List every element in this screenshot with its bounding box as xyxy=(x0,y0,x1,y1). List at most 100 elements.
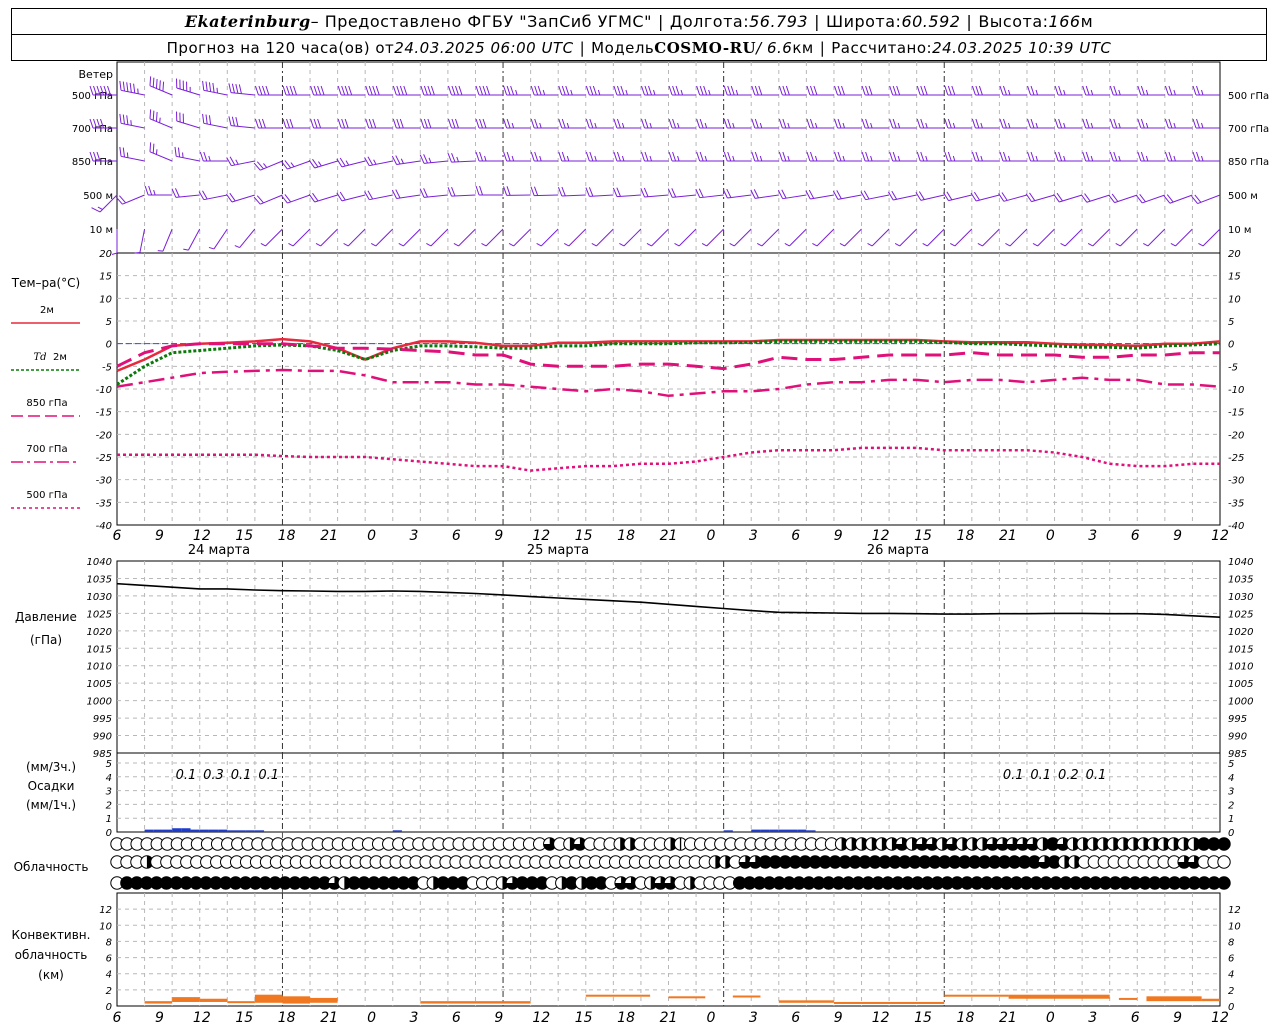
wind-barb-flag xyxy=(395,189,401,199)
wind-barb xyxy=(970,191,1000,202)
wind-barb-staff xyxy=(920,194,945,201)
wind-barb-flag xyxy=(423,118,428,129)
wind-barb-flag xyxy=(231,116,235,127)
wind-barb-halfflag xyxy=(1063,89,1066,96)
temp-xtick: 15 xyxy=(914,528,932,544)
wind-barb-flag xyxy=(1003,151,1007,162)
precip-label: 0.3 xyxy=(203,768,224,783)
wind-barb-flag xyxy=(152,143,155,154)
wind-barb xyxy=(751,85,779,96)
wind-barb-halfflag xyxy=(653,89,656,96)
wind-barb-flag xyxy=(231,83,235,94)
wind-barb-flag xyxy=(620,85,625,96)
temp-ytick-right: -30 xyxy=(1228,476,1244,487)
wind-barb-halfflag xyxy=(1170,243,1176,247)
wind-barb-flag xyxy=(148,185,153,196)
wind-barb-staff xyxy=(203,89,228,96)
wind-barb-flag xyxy=(399,118,404,129)
wind-barb-flag xyxy=(782,85,787,96)
wind-barb xyxy=(208,228,228,250)
wind-barb-flag xyxy=(699,118,704,129)
wind-barb-flag xyxy=(258,118,263,129)
wind-barb-flag xyxy=(122,147,125,158)
wind-barb xyxy=(1053,192,1083,203)
wind-barb xyxy=(784,228,807,247)
precip-bar xyxy=(218,829,228,832)
wind-barb xyxy=(475,118,504,129)
precip-ytick-left: 2 xyxy=(106,800,112,811)
conv-xtick: 6 xyxy=(452,1010,461,1024)
wind-barb xyxy=(1060,228,1083,247)
wind-barb-halfflag xyxy=(621,155,625,162)
wind-barb xyxy=(1005,228,1028,247)
wind-barb xyxy=(420,85,448,96)
wind-barb xyxy=(392,85,421,96)
wind-barb-halfflag xyxy=(1035,122,1039,129)
wind-barb-flag xyxy=(841,85,845,96)
wind-barb-flag xyxy=(1196,85,1200,96)
conv-xtick: 12 xyxy=(193,1010,211,1024)
wind-barb-staff xyxy=(1064,228,1083,247)
press-ytick-left: 1030 xyxy=(87,592,112,603)
wind-barb-flag xyxy=(1085,85,1090,96)
wind-barb xyxy=(915,191,945,201)
wind-barb-halfflag xyxy=(539,122,542,129)
wind-barb-halfflag xyxy=(1090,122,1094,129)
conv-title-1: Конвективн. xyxy=(12,928,91,942)
conv-ytick-left: 6 xyxy=(106,954,112,965)
wind-barb xyxy=(834,85,862,96)
wind-barb-halfflag xyxy=(597,89,601,96)
wind-barb-halfflag xyxy=(649,122,652,129)
press-ytick-left: 1010 xyxy=(87,662,112,673)
wind-barb-halfflag xyxy=(563,243,570,247)
legend-500: 500 гПа xyxy=(26,490,67,501)
press-title: Давление xyxy=(15,610,77,624)
wind-barb xyxy=(254,85,283,96)
wind-barb-staff xyxy=(1175,228,1193,247)
wind-barb-flag xyxy=(892,118,897,129)
wind-barb-flag xyxy=(228,83,232,93)
temp-xtick: 9 xyxy=(155,528,164,544)
wind-barb-flag xyxy=(228,116,232,126)
wind-barb xyxy=(812,228,835,247)
wind-barb-halfflag xyxy=(566,155,570,162)
wind-barb-flag xyxy=(751,118,756,129)
conv-ytick-left: 12 xyxy=(99,905,112,916)
wind-barb-flag xyxy=(727,85,732,96)
wind-barb-flag xyxy=(455,118,459,129)
wind-barb xyxy=(585,85,614,96)
precip-unit3: (мм/3ч.) xyxy=(26,760,76,774)
precip-bar xyxy=(254,830,265,832)
wind-barb-halfflag xyxy=(925,122,928,129)
wind-barb-halfflag xyxy=(542,89,546,96)
wind-barb-flag xyxy=(837,151,842,162)
wind-barb-flag xyxy=(834,151,838,162)
wind-barb-flag xyxy=(782,118,787,129)
wind-barb xyxy=(668,118,697,129)
press-ytick-right: 1020 xyxy=(1228,627,1253,638)
wind-barb-halfflag xyxy=(1143,243,1149,247)
wind-barb-staff xyxy=(260,160,283,171)
wind-barb-flag xyxy=(479,151,484,162)
wind-barb-staff xyxy=(122,194,145,205)
legend-700: 700 гПа xyxy=(26,444,67,455)
wind-barb xyxy=(282,118,311,129)
temp-xtick: 6 xyxy=(113,528,122,544)
wind-barb-staff xyxy=(369,160,393,167)
precip-bar xyxy=(144,829,154,832)
wind-barb-flag xyxy=(561,85,566,96)
temp-ytick-left: -35 xyxy=(96,498,112,509)
legend-td: Td xyxy=(33,352,46,363)
wind-barb xyxy=(860,190,890,201)
wind-barb xyxy=(1137,85,1165,96)
wind-barb xyxy=(861,118,890,129)
wind-barb xyxy=(806,85,834,96)
conv-xtick: 21 xyxy=(320,1010,338,1024)
wind-barb-flag xyxy=(809,151,814,162)
temp-xtick: 6 xyxy=(452,528,461,544)
conv-xtick: 6 xyxy=(113,1010,122,1024)
wind-barb-flag xyxy=(805,190,811,200)
wind-barb-halfflag xyxy=(1201,122,1204,129)
temp-ytick-left: 20 xyxy=(99,249,112,260)
conv-bar xyxy=(227,1001,255,1004)
